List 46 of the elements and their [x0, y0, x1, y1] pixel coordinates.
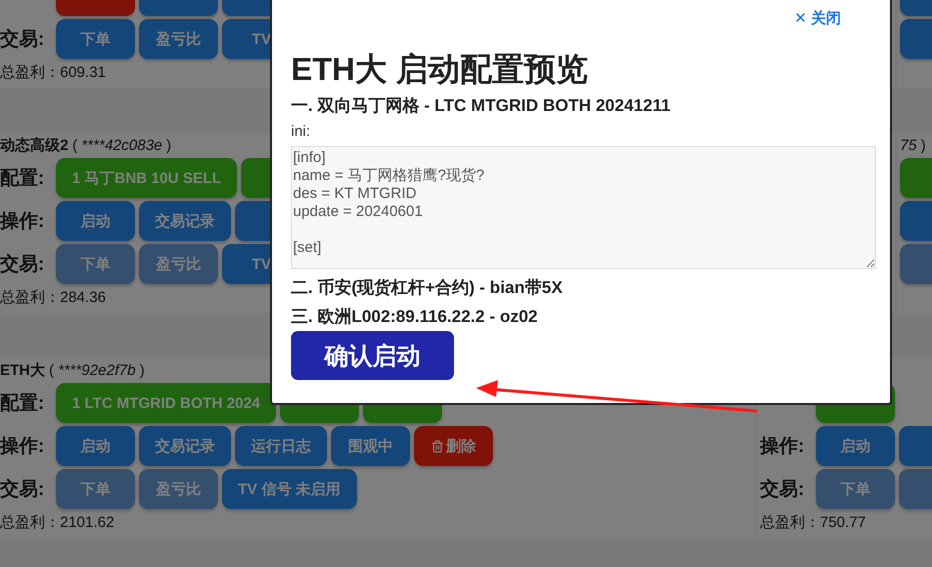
parenthesis: ) — [140, 362, 145, 378]
action-button[interactable]: 围观中 — [331, 426, 410, 466]
action-button[interactable]: 下单 — [56, 244, 135, 284]
parenthesis: ) — [166, 136, 172, 154]
action-button[interactable]: 盈亏比 — [139, 469, 218, 509]
total-profit: 总盈利：609.31 — [0, 63, 106, 83]
action-button[interactable]: 删除 — [414, 426, 493, 466]
action-button[interactable]: 启动 — [816, 426, 895, 466]
ini-text-area[interactable]: [info] name = 马丁网格猎鹰?现货? des = KT MTGRID update = 20240601 [set] — [291, 146, 876, 269]
close-link[interactable]: ✕ 关闭 — [794, 8, 841, 30]
action-button[interactable]: 运行日志 — [235, 426, 327, 466]
row-label: 操作: — [760, 435, 806, 459]
parenthesis: ( — [49, 362, 54, 378]
action-button[interactable]: 1 马丁BNB 10U SELL — [56, 158, 238, 198]
action-button[interactable]: 下单 — [816, 469, 895, 509]
account-id: 75 — [900, 136, 917, 154]
ini-label: ini: — [291, 123, 310, 141]
total-profit: 总盈利：2101.62 — [0, 513, 114, 533]
action-button[interactable]: 下单 — [56, 469, 135, 509]
account-name: ETH大 — [0, 360, 45, 380]
total-profit: 总盈利：284.36 — [0, 288, 106, 308]
action-button[interactable]: 交易记录 — [139, 426, 231, 466]
row-label: 配置: — [0, 167, 46, 191]
action-button[interactable]: 启动 — [56, 426, 135, 466]
account-id: ****92e2f7b — [58, 362, 136, 378]
action-button[interactable]: TV 信号 未启用 — [222, 469, 357, 509]
account-name: 动态高级2 — [0, 136, 68, 154]
action-button[interactable]: 盈亏比 — [139, 244, 218, 284]
row-label: 交易: — [0, 478, 46, 502]
action-button[interactable]: 交易记录 — [139, 201, 231, 241]
row-label: 交易: — [0, 28, 46, 52]
action-button[interactable]: 下单 — [56, 19, 135, 59]
parenthesis: ) — [920, 136, 926, 154]
account-id: ****42c083e — [81, 136, 162, 154]
row-label: 交易: — [760, 478, 806, 502]
section-heading: 三. 欧洲L002:89.116.22.2 - oz02 — [291, 307, 539, 327]
action-button[interactable]: 盈亏比 — [139, 19, 218, 59]
trash-icon — [431, 440, 444, 452]
action-button[interactable]: 启动 — [56, 201, 135, 241]
action-button[interactable]: 1 LTC MTGRID BOTH 2024 — [56, 383, 276, 423]
row-label: 交易: — [0, 252, 46, 277]
row-label: 配置: — [0, 392, 46, 416]
confirm-start-button[interactable]: 确认启动 — [291, 331, 454, 380]
parenthesis: ( — [72, 136, 78, 154]
section-heading: 一. 双向马丁网格 - LTC MTGRID BOTH 20241211 — [291, 96, 672, 116]
total-profit: 总盈利：750.77 — [760, 513, 866, 533]
